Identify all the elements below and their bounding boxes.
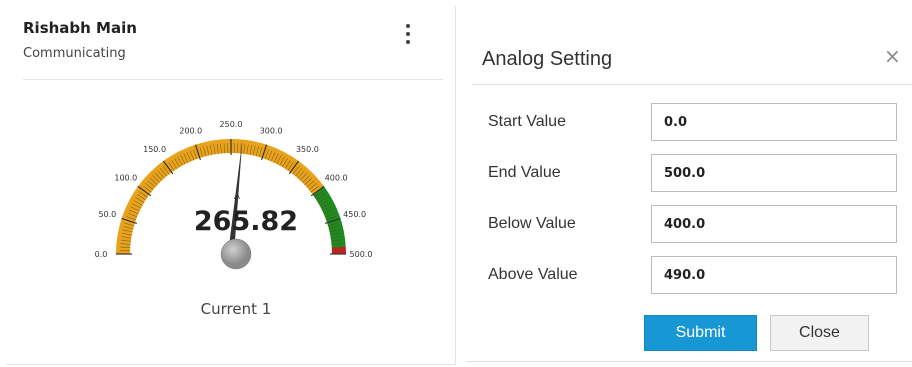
gauge-value: 265.82: [193, 206, 299, 237]
close-icon[interactable]: ×: [884, 44, 901, 68]
gauge-hub: [220, 238, 252, 270]
below-value-label: Below Value: [488, 215, 576, 232]
gauge-tick-label: 450.0: [343, 210, 366, 219]
gauge-tick-label: 100.0: [114, 174, 137, 183]
analog-setting-dialog: Analog Setting × Start Value End Value B…: [466, 6, 912, 367]
end-value-field[interactable]: [651, 154, 897, 192]
start-value-label: Start Value: [488, 113, 566, 130]
gauge-tick-label: 50.0: [98, 210, 116, 219]
end-value-row: End Value: [488, 154, 908, 192]
end-value-label: End Value: [488, 164, 561, 181]
device-card: Rishabh Main Communicating 0.0 50.0 100.0 1…: [6, 6, 456, 365]
above-value-row: Above Value: [488, 256, 908, 294]
gauge-tick-label: 400.0: [325, 174, 348, 183]
gauge-tick-label: 200.0: [179, 126, 202, 135]
below-value-row: Below Value: [488, 205, 908, 243]
start-value-row: Start Value: [488, 103, 908, 141]
gauge-tick-label: 0.0: [95, 250, 108, 259]
gauge-tick-label: 350.0: [296, 145, 319, 154]
below-value-field[interactable]: [651, 205, 897, 243]
above-value-label: Above Value: [488, 266, 578, 283]
above-value-field[interactable]: [651, 256, 897, 294]
dialog-divider: [472, 84, 912, 85]
start-value-field[interactable]: [651, 103, 897, 141]
gauge-tick-label: 250.0: [220, 120, 243, 129]
close-button[interactable]: Close: [770, 315, 869, 351]
gauge-needle: [228, 140, 243, 255]
gauge-tick-label: 500.0: [350, 250, 373, 259]
gauge-label: Current 1: [200, 300, 272, 318]
gauge-tick-label: 300.0: [260, 126, 283, 135]
gauge-tick-label: 150.0: [143, 145, 166, 154]
dialog-title: Analog Setting: [482, 48, 613, 70]
dialog-footer-divider: [466, 361, 912, 362]
submit-button[interactable]: Submit: [644, 315, 757, 351]
